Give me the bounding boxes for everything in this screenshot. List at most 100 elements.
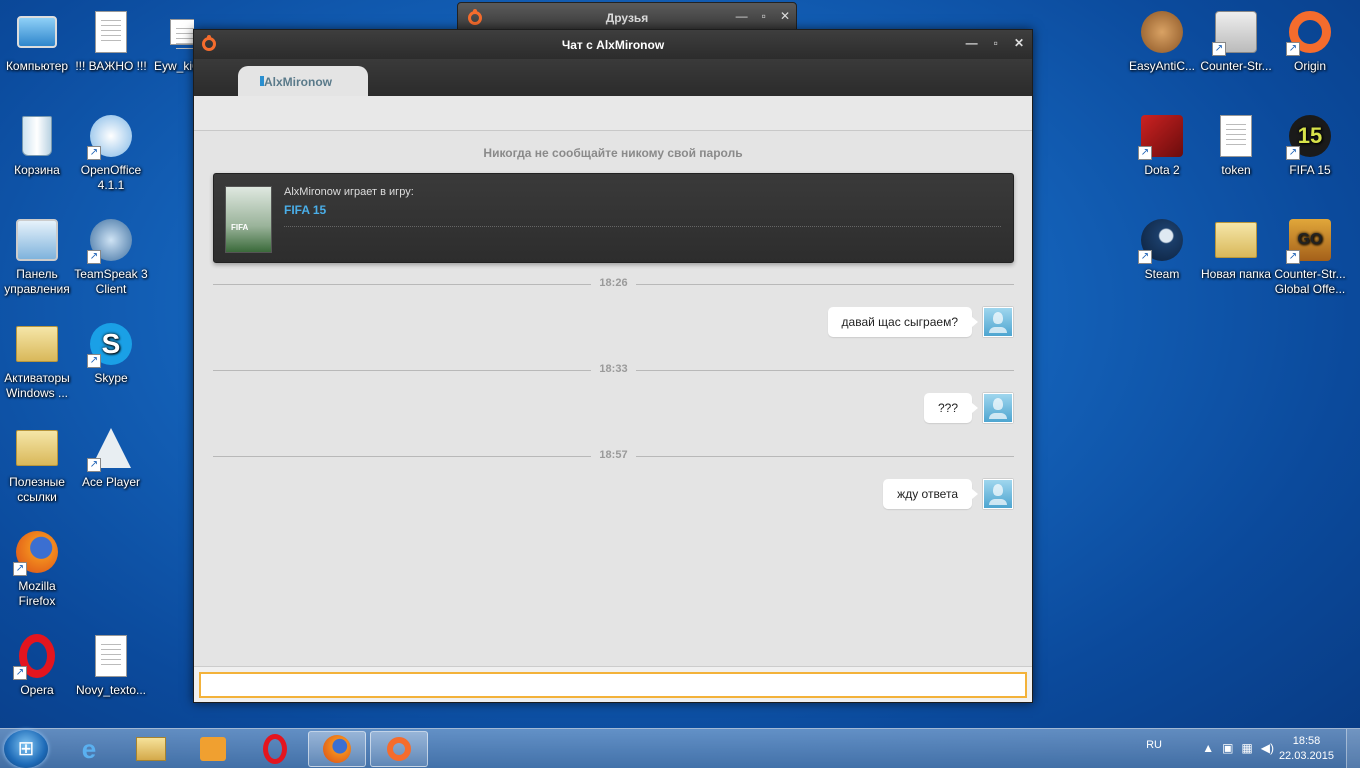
chat-message: жду ответа <box>883 479 1013 509</box>
desktop-icon-label: FIFA 15 <box>1289 163 1331 177</box>
network-icon[interactable]: ▦ <box>1241 741 1252 755</box>
message-bubble: ??? <box>923 393 979 423</box>
avatar[interactable] <box>983 307 1013 337</box>
desktop-icon-counter-strike[interactable]: ↗ Counter-Str... <box>1199 8 1273 74</box>
chat-message: давай щас сыграем? <box>827 307 1013 337</box>
media-player-icon <box>200 737 226 761</box>
internet-explorer-icon: e <box>81 733 97 764</box>
desktop-icon-new-folder[interactable]: Новая папка <box>1199 216 1273 282</box>
desktop-icon-openoffice[interactable]: ↗ OpenOffice 4.1.1 <box>74 112 148 193</box>
volume-icon[interactable]: ◀) <box>1261 741 1274 755</box>
desktop-icon-label: Steam <box>1144 267 1180 281</box>
desktop-icon-important[interactable]: !!! ВАЖНО !!! <box>74 8 148 74</box>
desktop-icon-label: Counter-Str... Global Offe... <box>1274 267 1346 296</box>
timestamp: 18:33 <box>599 363 628 375</box>
minimize-icon[interactable]: — <box>736 9 748 23</box>
desktop-icon-opera[interactable]: ↗ Opera <box>0 632 74 698</box>
text-file-icon <box>95 635 127 677</box>
computer-icon <box>17 16 57 48</box>
taskbar-origin[interactable] <box>370 731 428 767</box>
text-file-icon <box>95 11 127 53</box>
avatar[interactable] <box>983 479 1013 509</box>
desktop-icon-label: Opera <box>20 683 54 697</box>
opera-icon <box>263 734 287 764</box>
chat-window: Чат с AlxMironow — ▫ ✕ AlxMironow Никогд… <box>193 29 1033 703</box>
desktop-icon-label: Novy_texto... <box>75 683 147 697</box>
desktop-icon-fifa15[interactable]: 15 ↗ FIFA 15 <box>1273 112 1347 178</box>
taskbar-explorer[interactable] <box>122 731 180 767</box>
desktop-icon-label: Counter-Str... <box>1200 59 1272 73</box>
maximize-icon[interactable]: ▫ <box>762 9 766 23</box>
taskbar-internet-explorer[interactable]: e <box>60 731 118 767</box>
game-cover[interactable]: FIFA <box>225 186 272 253</box>
desktop-icon-ace-player[interactable]: ↗ Ace Player <box>74 424 148 490</box>
desktop-icon-easyanticheat[interactable]: EasyAntiC... <box>1125 8 1199 74</box>
desktop-icon-steam[interactable]: ↗ Steam <box>1125 216 1199 282</box>
desktop-icon-dota2[interactable]: ↗ Dota 2 <box>1125 112 1199 178</box>
desktop-icon-control-panel[interactable]: Панель управления <box>0 216 74 297</box>
desktop-icon-label: Origin <box>1293 59 1326 73</box>
folder-icon <box>1215 222 1257 258</box>
timestamp: 18:57 <box>599 449 628 461</box>
timestamp-separator: 18:33 <box>213 363 1014 377</box>
close-icon[interactable]: ✕ <box>1014 36 1024 50</box>
message-input[interactable] <box>199 672 1027 698</box>
desktop-icon-skype[interactable]: S ↗ Skype <box>74 320 148 386</box>
desktop-icon-label: TeamSpeak 3 Client <box>74 267 148 296</box>
file-icon <box>170 19 194 52</box>
desktop-icon-token[interactable]: token <box>1199 112 1273 178</box>
desktop-icon-novy-text[interactable]: Novy_texto... <box>74 632 148 698</box>
taskbar: e RU ▲ ▣ ▦ ◀) 18:58 22.03.2015 <box>0 728 1360 768</box>
timestamp-separator: 18:57 <box>213 449 1014 463</box>
desktop-icon-label: Панель управления <box>4 267 70 296</box>
avatar[interactable] <box>983 393 1013 423</box>
start-button[interactable] <box>4 730 48 768</box>
desktop-icon-csgo[interactable]: GO ↗ Counter-Str... Global Offe... <box>1273 216 1347 297</box>
show-desktop-button[interactable] <box>1346 729 1360 768</box>
chat-window-title: Чат с AlxMironow <box>561 38 665 52</box>
language-indicator[interactable]: RU <box>1146 739 1162 751</box>
desktop-icon-origin[interactable]: ↗ Origin <box>1273 8 1347 74</box>
desktop-icon-firefox[interactable]: ↗ Mozilla Firefox <box>0 528 74 609</box>
folder-icon <box>16 326 58 362</box>
chat-subbar <box>194 96 1032 131</box>
desktop-icon-label: Новая папка <box>1201 267 1271 281</box>
desktop-icon-label: !!! ВАЖНО !!! <box>75 59 147 73</box>
timestamp-separator: 18:26 <box>213 277 1014 291</box>
desktop-icon-label: Полезные ссылки <box>9 475 65 504</box>
minimize-icon[interactable]: — <box>966 36 978 50</box>
desktop-icon-recycle-bin[interactable]: Корзина <box>0 112 74 178</box>
taskbar-firefox[interactable] <box>308 731 366 767</box>
desktop-icon-label: Корзина <box>14 163 60 177</box>
game-cover-text: FIFA <box>231 223 249 232</box>
show-hidden-icons-icon[interactable]: ▲ <box>1202 741 1214 755</box>
maximize-icon[interactable]: ▫ <box>994 36 998 50</box>
clock-date: 22.03.2015 <box>1278 750 1334 762</box>
text-file-icon <box>1220 115 1252 157</box>
taskbar-opera[interactable] <box>246 731 304 767</box>
game-title-link[interactable]: FIFA 15 <box>284 203 326 217</box>
message-bubble: жду ответа <box>883 479 978 509</box>
easyanticheat-icon <box>1141 11 1183 53</box>
tab-alxmironow[interactable]: AlxMironow <box>238 66 368 96</box>
desktop-icon-label: Активаторы Windows ... <box>4 371 70 400</box>
tray-app-icon[interactable]: ▣ <box>1222 741 1233 755</box>
desktop-icon-activators[interactable]: Активаторы Windows ... <box>0 320 74 401</box>
chat-history: Никогда не сообщайте никому свой пароль … <box>194 131 1032 666</box>
friends-window[interactable]: Друзья — ▫ ✕ <box>457 2 797 32</box>
message-input-area <box>194 666 1032 702</box>
desktop-icon-useful-links[interactable]: Полезные ссылки <box>0 424 74 505</box>
chat-message: ??? <box>923 393 1013 423</box>
clock[interactable]: 18:58 22.03.2015 <box>1279 734 1334 764</box>
desktop-icon-label: OpenOffice 4.1.1 <box>80 163 142 192</box>
message-bubble: давай щас сыграем? <box>827 307 979 337</box>
game-activity-text: AlxMironow играет в игру: <box>284 186 414 198</box>
desktop-icon-computer[interactable]: Компьютер <box>0 8 74 74</box>
desktop-icon-eyw[interactable]: Eyw_ki6 <box>148 8 194 74</box>
desktop-icon-label: Dota 2 <box>1144 163 1180 177</box>
chat-titlebar[interactable]: Чат с AlxMironow — ▫ ✕ <box>194 30 1032 59</box>
close-icon[interactable]: ✕ <box>780 9 790 23</box>
taskbar-media-player[interactable] <box>184 731 242 767</box>
online-indicator <box>260 76 264 86</box>
desktop-icon-teamspeak[interactable]: ↗ TeamSpeak 3 Client <box>74 216 148 297</box>
